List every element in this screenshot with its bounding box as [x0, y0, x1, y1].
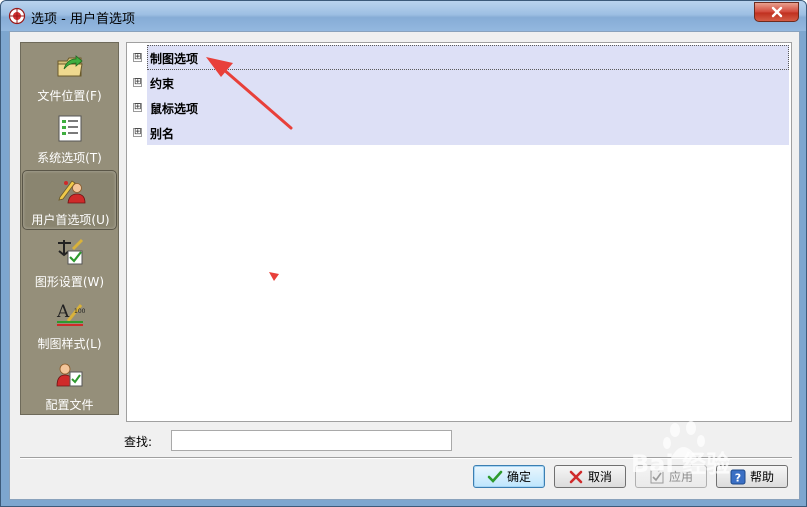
- preferences-tree[interactable]: ⊞ 制图选项 ⊞ 约束 ⊞ 鼠标选项 ⊞ 别名: [126, 42, 792, 422]
- ok-button[interactable]: 确定: [473, 465, 545, 488]
- drawing-style-icon: A 100: [56, 302, 85, 326]
- tree-item-drawing-options[interactable]: ⊞ 制图选项: [131, 45, 789, 70]
- nav-item-file-locations[interactable]: 文件位置(F): [22, 47, 117, 107]
- close-icon: [771, 6, 782, 18]
- baidu-watermark: Bai 经验: [631, 416, 801, 486]
- row-highlight: [147, 120, 789, 145]
- ok-label: 确定: [506, 470, 531, 484]
- find-input[interactable]: [171, 430, 452, 451]
- expand-icon[interactable]: ⊞: [133, 128, 142, 137]
- folder-arrow-icon: [57, 55, 83, 77]
- checklist-icon: [58, 115, 82, 142]
- find-label: 查找:: [124, 435, 153, 449]
- row-highlight: [147, 45, 789, 70]
- nav-label: 配置文件: [45, 398, 94, 412]
- nav-label: 文件位置(F): [37, 89, 102, 103]
- nav-item-system-options[interactable]: 系统选项(T): [22, 109, 117, 169]
- nav-item-user-preferences[interactable]: 用户首选项(U): [22, 170, 117, 230]
- title-bar[interactable]: 选项 - 用户首选项: [1, 1, 806, 31]
- check-icon: [487, 470, 503, 483]
- app-logo-icon: [8, 7, 26, 25]
- nav-label: 系统选项(T): [37, 151, 102, 165]
- user-profile-icon: [56, 363, 83, 387]
- cancel-button[interactable]: 取消: [554, 465, 626, 488]
- expand-icon[interactable]: ⊞: [133, 53, 142, 62]
- tree-item-mouse-options[interactable]: ⊞ 鼠标选项: [131, 95, 789, 120]
- nav-item-drawing-style[interactable]: A 100 制图样式(L): [22, 295, 117, 355]
- tree-item-label: 制图选项: [150, 52, 199, 66]
- nav-label: 制图样式(L): [37, 337, 102, 351]
- expand-icon[interactable]: ⊞: [133, 103, 142, 112]
- cancel-icon: [569, 470, 583, 483]
- close-button[interactable]: [754, 2, 799, 22]
- tree-item-label: 鼠标选项: [150, 102, 199, 116]
- svg-text:100: 100: [74, 308, 85, 315]
- tree-item-constraints[interactable]: ⊞ 约束: [131, 70, 789, 95]
- tree-item-aliases[interactable]: ⊞ 别名: [131, 120, 789, 145]
- watermark-text: Bai 经验: [631, 450, 731, 478]
- nav-label: 图形设置(W): [34, 275, 105, 289]
- expand-icon[interactable]: ⊞: [133, 78, 142, 87]
- nav-item-profile[interactable]: 配置文件: [22, 356, 117, 416]
- options-category-nav: 文件位置(F) 系统选项(T) 用户首选项(U) 图形设置(W) A 100 制…: [20, 42, 119, 415]
- tree-item-label: 约束: [150, 77, 175, 91]
- options-dialog: 选项 - 用户首选项 文件位置(F) 系统选项(T) 用户首选项(U) 图形设置…: [0, 0, 807, 507]
- graphics-settings-icon: [58, 238, 84, 265]
- tree-item-label: 别名: [150, 127, 175, 141]
- window-title: 选项 - 用户首选项: [31, 12, 135, 27]
- row-highlight: [147, 70, 789, 95]
- user-pencil-icon: [58, 180, 86, 204]
- nav-item-graphics-settings[interactable]: 图形设置(W): [22, 233, 117, 293]
- nav-label: 用户首选项(U): [31, 213, 110, 227]
- cancel-label: 取消: [587, 470, 612, 484]
- row-highlight: [147, 95, 789, 120]
